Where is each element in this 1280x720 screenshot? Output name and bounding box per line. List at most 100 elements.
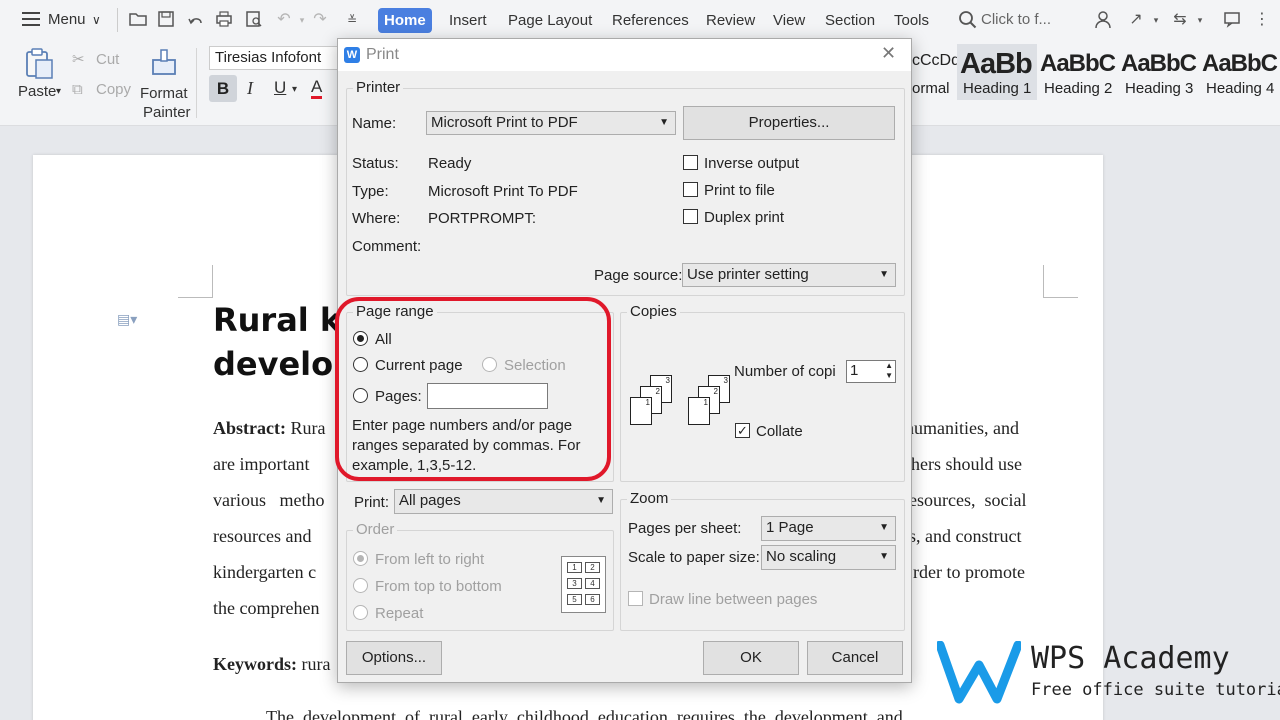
style-sample-heading3[interactable]: AaBbC <box>1121 50 1197 78</box>
print-preview-icon[interactable] <box>244 10 264 30</box>
chevron-down-icon[interactable]: ∨ <box>92 8 101 32</box>
font-color-button[interactable]: A <box>311 78 323 99</box>
cut-button[interactable]: Cut <box>96 50 119 70</box>
search-input[interactable]: Click to f... <box>981 8 1051 32</box>
selection-label[interactable]: Selection <box>504 357 566 375</box>
ok-button[interactable]: OK <box>703 641 799 675</box>
close-icon[interactable]: ✕ <box>881 44 896 62</box>
sync-icon[interactable]: ⇆ <box>1170 10 1190 30</box>
pages-input[interactable] <box>427 383 548 409</box>
collate-checkbox[interactable]: ✓ <box>735 423 750 438</box>
style-name-heading1[interactable]: Heading 1 <box>963 80 1031 97</box>
duplex-print-checkbox[interactable] <box>683 209 698 224</box>
undo-history-icon[interactable] <box>186 10 206 30</box>
chevron-down-icon[interactable]: ▾ <box>292 10 312 30</box>
repeat-label[interactable]: Repeat <box>375 605 423 623</box>
customize-toolbar-icon[interactable]: ≚ <box>342 10 362 30</box>
tab-review[interactable]: Review <box>700 8 761 33</box>
style-sample-heading2[interactable]: AaBbC <box>1040 50 1116 78</box>
left-to-right-radio[interactable] <box>353 551 368 566</box>
top-to-bottom-radio[interactable] <box>353 578 368 593</box>
chevron-down-icon[interactable]: ▾ <box>56 82 61 102</box>
spinner-down-icon[interactable]: ▼ <box>885 371 893 381</box>
format-painter-label-2[interactable]: Painter <box>143 103 191 123</box>
open-folder-icon[interactable] <box>128 10 148 30</box>
style-name-heading3[interactable]: Heading 3 <box>1125 80 1193 97</box>
comment-icon[interactable] <box>1222 10 1242 30</box>
page-source-select[interactable]: Use printer setting ▼ <box>682 263 896 287</box>
format-painter-label[interactable]: Format <box>140 84 188 104</box>
paragraph-menu-icon[interactable]: ▤▾ <box>117 311 137 328</box>
more-options-icon[interactable]: ⋮ <box>1252 10 1272 30</box>
user-add-icon[interactable] <box>1094 10 1114 30</box>
copy-button[interactable]: Copy <box>96 80 131 100</box>
style-sample-normal[interactable]: cCcDd <box>912 52 960 70</box>
format-painter-icon[interactable] <box>150 48 180 78</box>
chevron-down-icon[interactable]: ▾ <box>1146 10 1166 30</box>
style-name-normal[interactable]: ormal <box>912 80 950 97</box>
page-range-hint: Enter page numbers and/or page <box>352 417 573 434</box>
document-title-line2: develop <box>213 345 357 383</box>
options-button[interactable]: Options... <box>346 641 442 675</box>
chevron-down-icon[interactable]: ▾ <box>1190 10 1210 30</box>
chevron-down-icon[interactable]: ▾ <box>292 80 297 100</box>
repeat-radio[interactable] <box>353 605 368 620</box>
style-sample-heading4[interactable]: AaBbC <box>1202 50 1278 78</box>
underline-button[interactable]: U <box>274 78 286 98</box>
copy-icon[interactable]: ⧉ <box>72 80 83 100</box>
print-to-file-label[interactable]: Print to file <box>704 182 775 200</box>
page-source-label: Page source: <box>594 267 683 284</box>
inverse-output-checkbox[interactable] <box>683 155 698 170</box>
pages-radio[interactable] <box>353 388 368 403</box>
tab-section[interactable]: Section <box>819 8 881 33</box>
print-select[interactable]: All pages ▼ <box>394 489 613 514</box>
tab-tools[interactable]: Tools <box>888 8 935 33</box>
tab-insert[interactable]: Insert <box>443 8 493 33</box>
all-pages-label[interactable]: All <box>375 331 392 349</box>
style-name-heading4[interactable]: Heading 4 <box>1206 80 1274 97</box>
wps-app-icon: W <box>344 47 360 63</box>
scissors-icon[interactable]: ✂ <box>72 50 85 70</box>
collate-label[interactable]: Collate <box>756 423 803 441</box>
style-sample-heading1[interactable]: AaBb <box>960 48 1033 81</box>
where-value: PORTPROMPT: <box>428 210 537 227</box>
tab-view[interactable]: View <box>767 8 811 33</box>
current-page-radio[interactable] <box>353 357 368 372</box>
paste-button[interactable]: Paste <box>18 82 56 102</box>
search-icon[interactable] <box>958 10 978 30</box>
document-text-line-right: esources, social <box>909 490 1027 510</box>
font-name-input[interactable]: Tiresias Infofont <box>209 46 339 70</box>
tab-page-layout[interactable]: Page Layout <box>502 8 598 33</box>
left-to-right-label[interactable]: From left to right <box>375 551 484 569</box>
all-pages-radio[interactable] <box>353 331 368 346</box>
selection-radio[interactable] <box>482 357 497 372</box>
copies-spinner[interactable]: 1 ▲ ▼ <box>846 360 896 383</box>
print-to-file-checkbox[interactable] <box>683 182 698 197</box>
redo-icon[interactable]: ↷ <box>310 10 330 30</box>
duplex-print-label[interactable]: Duplex print <box>704 209 784 227</box>
draw-lines-label[interactable]: Draw line between pages <box>649 591 817 609</box>
print-icon[interactable] <box>214 10 234 30</box>
tab-home[interactable]: Home <box>378 8 432 33</box>
scale-to-paper-select[interactable]: No scaling ▼ <box>761 545 896 570</box>
save-icon[interactable] <box>156 10 176 30</box>
printer-name-select[interactable]: Microsoft Print to PDF ▼ <box>426 111 676 135</box>
pages-label[interactable]: Pages: <box>375 388 422 406</box>
spinner-up-icon[interactable]: ▲ <box>885 361 893 371</box>
draw-lines-checkbox[interactable] <box>628 591 643 606</box>
cancel-button[interactable]: Cancel <box>807 641 903 675</box>
menu-label[interactable]: Menu <box>48 8 86 32</box>
properties-button[interactable]: Properties... <box>683 106 895 140</box>
hamburger-icon[interactable] <box>22 12 40 26</box>
style-name-heading2[interactable]: Heading 2 <box>1044 80 1112 97</box>
share-icon[interactable]: ↗ <box>1126 10 1146 30</box>
inverse-output-label[interactable]: Inverse output <box>704 155 799 173</box>
tab-references[interactable]: References <box>606 8 695 33</box>
bold-button[interactable]: B <box>209 75 237 102</box>
current-page-label[interactable]: Current page <box>375 357 463 375</box>
paste-icon[interactable] <box>24 48 54 80</box>
undo-icon[interactable]: ↶ <box>274 10 294 30</box>
italic-button[interactable]: I <box>247 78 253 98</box>
pages-per-sheet-select[interactable]: 1 Page ▼ <box>761 516 896 541</box>
top-to-bottom-label[interactable]: From top to bottom <box>375 578 502 596</box>
